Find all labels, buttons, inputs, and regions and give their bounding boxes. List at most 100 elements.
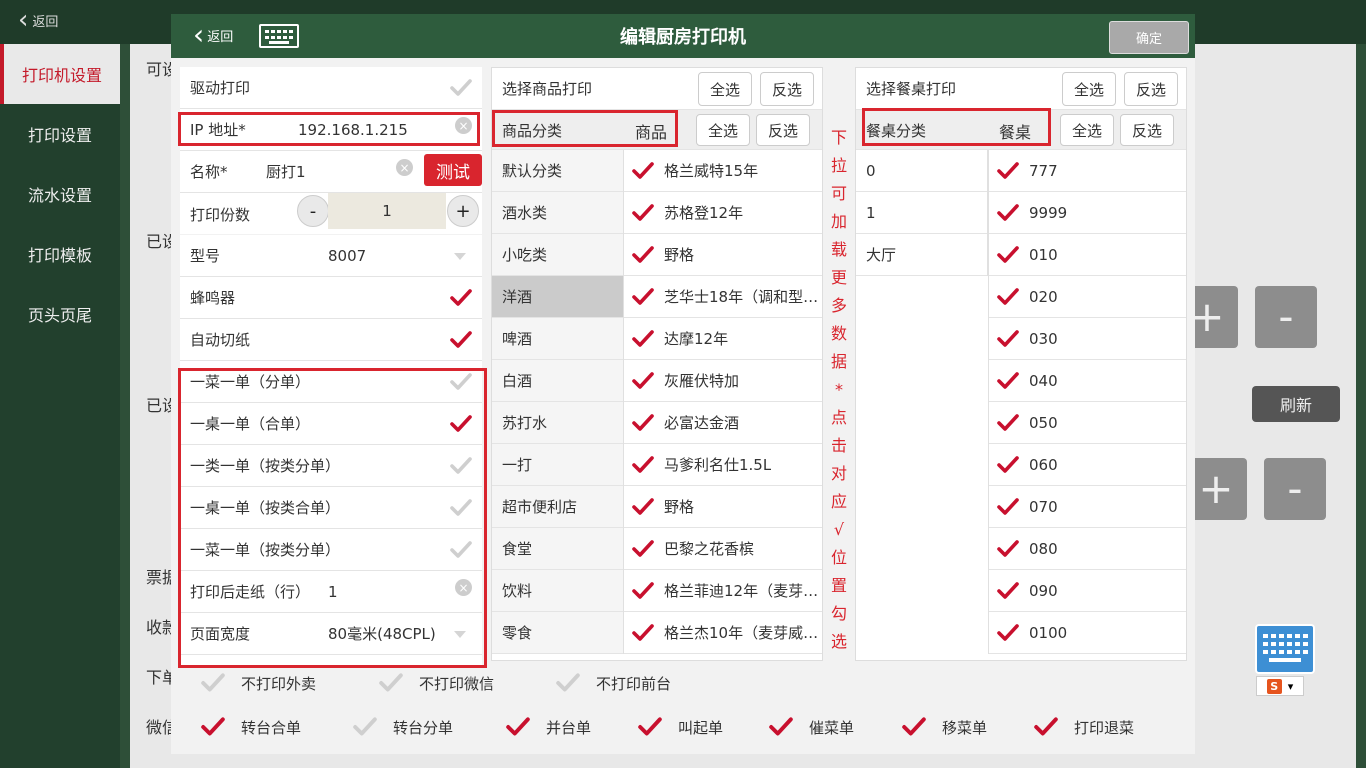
copies-plus-button[interactable]: +: [447, 195, 479, 227]
goods-item[interactable]: 野格: [624, 486, 822, 528]
table-item[interactable]: 050: [989, 402, 1186, 444]
keyboard-icon[interactable]: [259, 24, 299, 48]
goods-category-item[interactable]: 苏打水: [492, 402, 623, 444]
goods-item[interactable]: 马爹利名仕1.5L: [624, 444, 822, 486]
floating-keyboard-icon[interactable]: [1255, 624, 1315, 674]
tables-item-select-all-button[interactable]: 全选: [1060, 114, 1114, 146]
goods-category-item[interactable]: 食堂: [492, 528, 623, 570]
goods-category-item[interactable]: 默认分类: [492, 150, 623, 192]
sidebar-item-printer-settings[interactable]: 打印机设置: [0, 44, 120, 104]
goods-category-item[interactable]: 啤酒: [492, 318, 623, 360]
confirm-button[interactable]: 确定: [1109, 21, 1189, 54]
copies-input[interactable]: 1: [328, 193, 446, 229]
goods-item-select-all-button[interactable]: 全选: [696, 114, 750, 146]
sidebar-item-print-template[interactable]: 打印模板: [0, 224, 120, 284]
sidebar-item-header-footer[interactable]: 页头页尾: [0, 284, 120, 344]
goods-item[interactable]: 格兰威特15年: [624, 150, 822, 192]
option-checkbox[interactable]: 移菜单: [902, 716, 987, 738]
driver-print-check-icon[interactable]: [450, 78, 472, 98]
goods-category-item[interactable]: 零食: [492, 612, 623, 654]
table-item[interactable]: 010: [989, 234, 1186, 276]
hint-char: 加: [830, 212, 847, 231]
tables-select-all-button[interactable]: 全选: [1062, 72, 1116, 106]
model-select[interactable]: 8007: [328, 247, 366, 265]
printer-name-input[interactable]: 厨打1: [266, 161, 306, 182]
autocut-row[interactable]: 自动切纸: [180, 319, 482, 361]
option-checkbox[interactable]: 转台合单: [201, 716, 301, 738]
tables-invert-button[interactable]: 反选: [1124, 72, 1178, 106]
buzzer-row[interactable]: 蜂鸣器: [180, 277, 482, 319]
goods-invert-button[interactable]: 反选: [760, 72, 814, 106]
goods-item-label: 格兰菲迪12年（麦芽威士忌）: [664, 582, 822, 600]
option-checkbox[interactable]: 打印退菜: [1034, 716, 1134, 738]
sidebar-item-label: 打印机设置: [21, 66, 102, 85]
goods-item[interactable]: 达摩12年: [624, 318, 822, 360]
table-category-item[interactable]: 1: [856, 192, 987, 234]
sogou-ime-indicator[interactable]: S ▾: [1256, 676, 1304, 696]
goods-item[interactable]: 野格: [624, 234, 822, 276]
table-item[interactable]: 090: [989, 570, 1186, 612]
copies-minus-button[interactable]: -: [297, 195, 329, 227]
option-label: 移菜单: [942, 718, 988, 737]
goods-item[interactable]: 苏格登12年: [624, 192, 822, 234]
table-item[interactable]: 777: [989, 150, 1186, 192]
goods-item-label: 野格: [664, 498, 695, 516]
table-item-label: 010: [1029, 245, 1058, 264]
goods-category-item[interactable]: 洋酒: [492, 276, 623, 318]
table-item[interactable]: 0100: [989, 612, 1186, 654]
table-item[interactable]: 060: [989, 444, 1186, 486]
tables-item-invert-button[interactable]: 反选: [1120, 114, 1174, 146]
option-checkbox[interactable]: 催菜单: [769, 716, 854, 738]
option-checkbox[interactable]: 转台分单: [353, 716, 453, 738]
goods-category-item[interactable]: 一打: [492, 444, 623, 486]
table-item-label: 090: [1029, 581, 1058, 600]
table-item[interactable]: 080: [989, 528, 1186, 570]
option-checkbox[interactable]: 叫起单: [638, 716, 723, 738]
goods-item-invert-button[interactable]: 反选: [756, 114, 810, 146]
goods-item[interactable]: 芝华士18年（调和型苏格兰威士忌）: [624, 276, 822, 318]
goods-category-item[interactable]: 饮料: [492, 570, 623, 612]
table-item[interactable]: 9999: [989, 192, 1186, 234]
option-checkbox[interactable]: 不打印外卖: [201, 672, 316, 694]
goods-item[interactable]: 必富达金酒: [624, 402, 822, 444]
checkmark-icon: [632, 581, 654, 599]
driver-print-row[interactable]: 驱动打印: [180, 67, 482, 109]
table-item[interactable]: 020: [989, 276, 1186, 318]
option-checkbox[interactable]: 不打印微信: [379, 672, 494, 694]
option-checkbox[interactable]: 不打印前台: [556, 672, 671, 694]
background-minus-button[interactable]: -: [1264, 458, 1326, 520]
tables-item-list: 777 9999 010 020 030 040 050 060 070 080 090 0100: [988, 150, 1186, 654]
goods-select-all-button[interactable]: 全选: [698, 72, 752, 106]
sidebar-item-flow-settings[interactable]: 流水设置: [0, 164, 120, 224]
background-back-button[interactable]: ‹ 返回: [18, 7, 59, 33]
goods-category-item[interactable]: 酒水类: [492, 192, 623, 234]
table-category-item[interactable]: 0: [856, 150, 987, 192]
test-button[interactable]: 测试: [424, 154, 482, 186]
autocut-check-icon[interactable]: [450, 330, 472, 350]
goods-item[interactable]: 巴黎之花香槟: [624, 528, 822, 570]
buzzer-label: 蜂鸣器: [190, 289, 236, 307]
goods-category-item[interactable]: 白酒: [492, 360, 623, 402]
chevron-left-icon: ‹: [193, 18, 205, 51]
dialog-back-button[interactable]: ‹ 返回: [193, 18, 233, 51]
sidebar-item-print-settings[interactable]: 打印设置: [0, 104, 120, 164]
background-back-label: 返回: [32, 14, 59, 30]
checkmark-icon: [379, 673, 403, 692]
clear-name-icon[interactable]: ×: [396, 159, 413, 176]
refresh-button[interactable]: 刷新: [1252, 386, 1340, 422]
background-minus-button[interactable]: -: [1255, 286, 1317, 348]
option-checkbox[interactable]: 并台单: [506, 716, 591, 738]
goods-item-label: 必富达金酒: [664, 414, 740, 432]
table-item[interactable]: 070: [989, 486, 1186, 528]
goods-item[interactable]: 格兰杰10年（麦芽威士忌）: [624, 612, 822, 654]
hint-char: 可: [830, 184, 847, 203]
table-category-item[interactable]: 大厅: [856, 234, 987, 276]
goods-category-item[interactable]: 小吃类: [492, 234, 623, 276]
table-item[interactable]: 040: [989, 360, 1186, 402]
model-row[interactable]: 型号 8007: [180, 235, 482, 277]
goods-item[interactable]: 格兰菲迪12年（麦芽威士忌）: [624, 570, 822, 612]
buzzer-check-icon[interactable]: [450, 288, 472, 308]
goods-item[interactable]: 灰雁伏特加: [624, 360, 822, 402]
table-item[interactable]: 030: [989, 318, 1186, 360]
goods-category-item[interactable]: 超市便利店: [492, 486, 623, 528]
